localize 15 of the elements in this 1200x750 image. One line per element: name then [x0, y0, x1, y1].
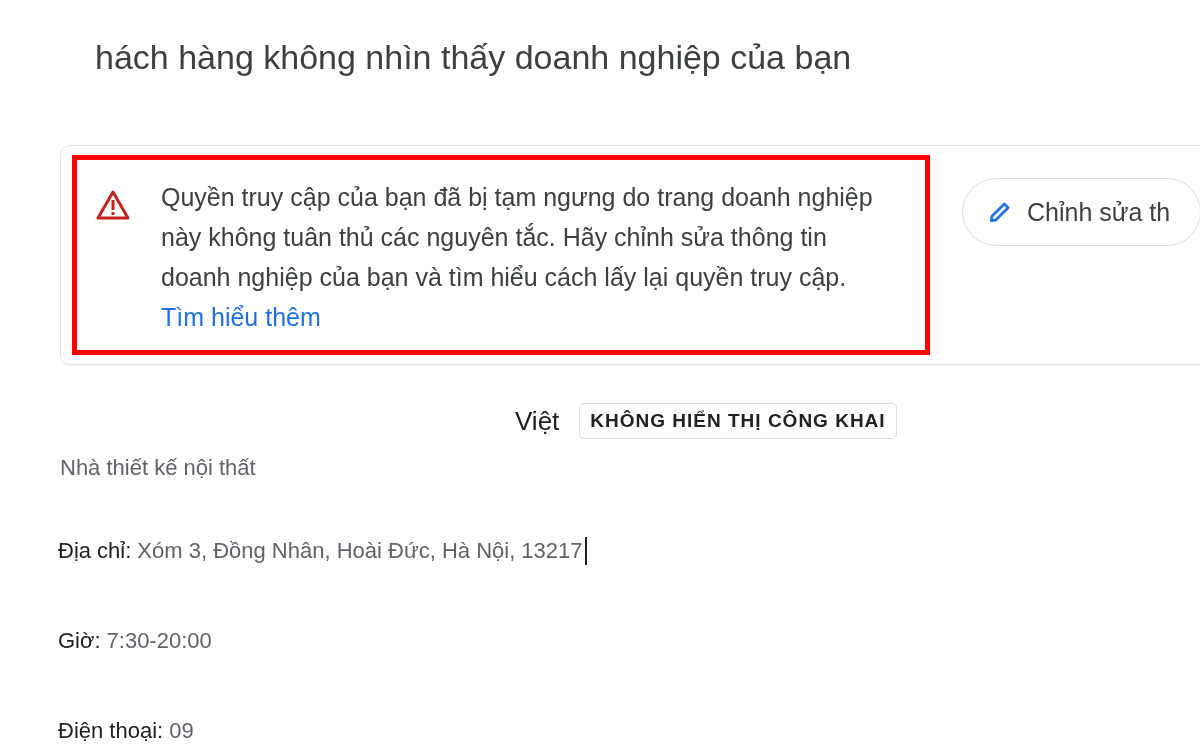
page-title: hách hàng không nhìn thấy doanh nghiệp của bạn: [95, 37, 853, 78]
detail-value: 7:30-20:00: [106, 628, 212, 654]
learn-more-link[interactable]: Tìm hiểu thêm: [161, 303, 321, 331]
detail-label: Địa chỉ:: [58, 538, 132, 564]
pencil-icon: [987, 199, 1013, 225]
alert-message: Quyền truy cập của bạn đã bị tạm ngưng do trang doanh nghiệp này không tuân thủ các nguyên tắc. Hãy chỉnh sửa thông tin doanh nghiệp của bạn và tìm hiểu cách lấy lại quyền truy cập. Tìm hiểu thêm: [161, 182, 873, 333]
warning-icon: [95, 189, 131, 221]
business-name: Việt: [515, 405, 560, 437]
detail-label: Giờ:: [58, 628, 101, 654]
visibility-badge: KHÔNG HIỂN THỊ CÔNG KHAI: [579, 403, 897, 439]
business-category: Nhà thiết kế nội thất: [60, 455, 257, 481]
detail-label: Điện thoại:: [58, 718, 164, 744]
detail-value: 09: [169, 718, 194, 744]
edit-button[interactable]: Chỉnh sửa th: [962, 178, 1200, 246]
detail-value: Xóm 3, Đồng Nhân, Hoài Đức, Hà Nội, 13217: [137, 538, 583, 564]
